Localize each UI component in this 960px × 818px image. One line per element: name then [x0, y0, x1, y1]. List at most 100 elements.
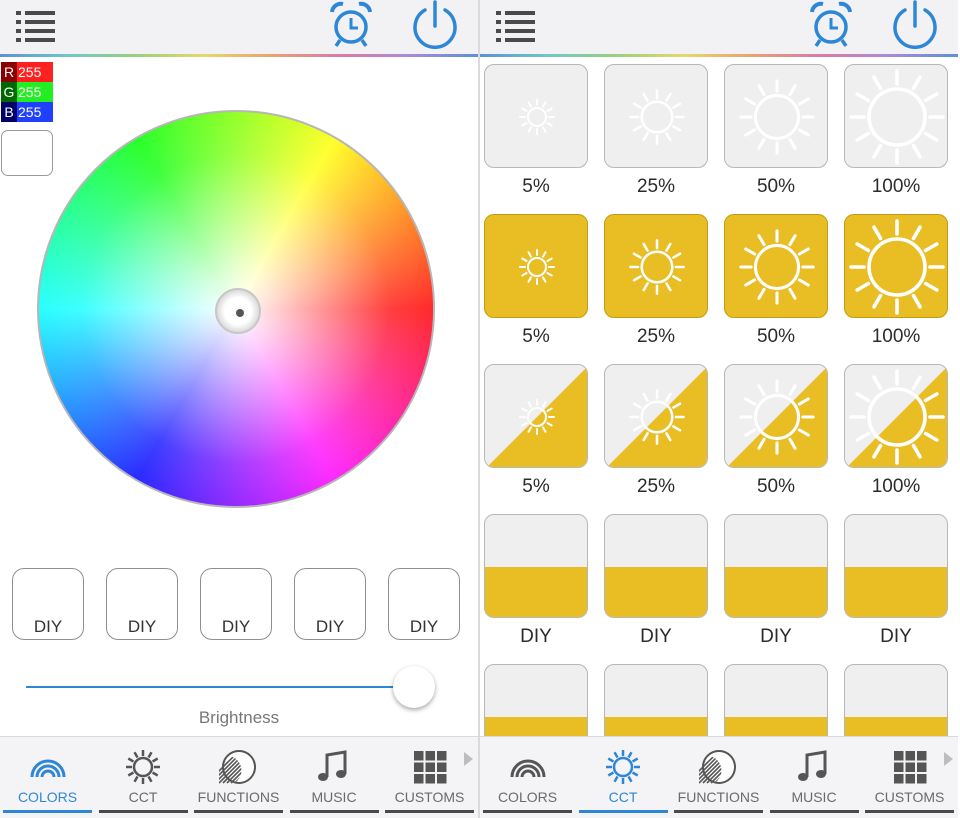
sun-icon [519, 249, 555, 285]
diy-preset-tile[interactable] [844, 514, 948, 618]
sun-icon [519, 99, 555, 135]
sun-icon [607, 367, 707, 467]
diy-slot-button[interactable]: DIY [388, 568, 460, 640]
diy-preset-tile[interactable] [724, 514, 828, 618]
tab-label: CCT [128, 789, 158, 805]
cct-preset-grid: 5% 25% 50% 100% 5% 25% 50% 100% 5% 25% 50% 100% DIY D… [484, 64, 954, 736]
cct-preset-tile[interactable] [724, 214, 828, 318]
alarm-clock-icon[interactable] [326, 0, 376, 50]
preset-caption: 50% [756, 476, 796, 497]
diy-slot-button[interactable]: DIY [294, 568, 366, 640]
tab-music[interactable]: MUSIC [767, 737, 862, 818]
alarm-clock-icon[interactable] [806, 0, 856, 50]
cct-preset-tile[interactable] [604, 64, 708, 168]
accent-strip [480, 54, 958, 57]
grid-icon [410, 747, 450, 787]
rgb-value-red: 255 [17, 62, 53, 82]
preset-caption: 100% [871, 476, 921, 497]
scroll-right-arrow-icon[interactable] [462, 751, 474, 767]
tab-label: CUSTOMS [394, 789, 465, 805]
cct-screen: 5% 25% 50% 100% 5% 25% 50% 100% 5% 25% 50% 100% DIY D… [480, 0, 958, 818]
color-fill-bar [725, 567, 827, 617]
preset-caption: 50% [756, 326, 796, 347]
diy-slot-button[interactable]: DIY [106, 568, 178, 640]
tab-cct[interactable]: CCT [576, 737, 671, 818]
preset-caption: 5% [522, 326, 550, 347]
sun-icon [849, 69, 945, 165]
power-icon[interactable] [890, 0, 940, 52]
cct-preset-tile[interactable] [724, 64, 828, 168]
slider-track[interactable] [26, 686, 426, 688]
top-bar [480, 0, 958, 55]
tab-functions[interactable]: FUNCTIONS [191, 737, 286, 818]
cct-preset-tile[interactable] [604, 364, 708, 468]
hatched-circle-icon [219, 747, 259, 787]
tab-music[interactable]: MUSIC [287, 737, 382, 818]
cct-preset-tile[interactable] [724, 364, 828, 468]
preset-caption: 5% [522, 176, 550, 197]
color-wheel-knob[interactable] [215, 288, 261, 334]
diy-slot-button[interactable]: DIY [200, 568, 272, 640]
diy-preset-tile[interactable] [484, 514, 588, 618]
color-fill-bar [485, 567, 587, 617]
power-icon[interactable] [410, 0, 460, 52]
hatched-circle-icon [699, 747, 739, 787]
preset-caption: 5% [522, 476, 550, 497]
tab-colors[interactable]: COLORS [480, 737, 575, 818]
rgb-channel-label: B [4, 104, 14, 120]
sun-icon [487, 367, 587, 467]
brightness-slider[interactable] [26, 666, 446, 708]
cct-preset-tile[interactable] [484, 364, 588, 468]
preset-caption: 100% [871, 176, 921, 197]
diy-preset-tile[interactable] [604, 514, 708, 618]
sun-icon [629, 89, 685, 145]
cct-preset-tile[interactable] [844, 364, 948, 468]
diy-slot-button[interactable]: DIY [12, 568, 84, 640]
tab-underline [98, 810, 188, 813]
tab-underline [769, 810, 859, 813]
sun-icon [849, 219, 945, 315]
color-wheel[interactable] [37, 110, 435, 508]
tab-underline [483, 810, 572, 813]
cct-preset-tile[interactable] [484, 214, 588, 318]
menu-list-icon[interactable] [14, 6, 58, 46]
tab-bar: COLORS CCT FUNCTIONS MUSIC CUSTOMS [0, 736, 478, 818]
colors-screen: R 255 G 255 B 255 DIY DIY DIY DIY DIY Br… [0, 0, 478, 818]
tab-cct[interactable]: CCT [96, 737, 191, 818]
cct-preset-tile[interactable] [844, 214, 948, 318]
menu-list-icon[interactable] [494, 6, 538, 46]
cct-preset-tile[interactable] [484, 64, 588, 168]
diy-preset-tile[interactable] [604, 664, 708, 736]
sun-icon [847, 367, 947, 467]
color-fill-bar [845, 717, 947, 736]
scroll-right-arrow-icon[interactable] [942, 751, 954, 767]
tab-label: FUNCTIONS [197, 789, 280, 805]
preset-caption: 25% [636, 176, 676, 197]
tab-label: CCT [608, 789, 638, 805]
tab-bar: COLORS CCT FUNCTIONS MUSIC CUSTOMS [480, 736, 958, 818]
preset-caption: DIY [880, 626, 912, 647]
tab-label: COLORS [497, 789, 558, 805]
rgb-row-green: G 255 [1, 82, 53, 102]
diy-preset-tile[interactable] [724, 664, 828, 736]
tab-underline [674, 810, 763, 813]
rgb-channel-label: G [3, 84, 15, 100]
preset-caption: 25% [636, 326, 676, 347]
color-fill-bar [845, 567, 947, 617]
music-note-icon [314, 747, 354, 787]
cct-preset-tile[interactable] [604, 214, 708, 318]
diy-preset-tile[interactable] [844, 664, 948, 736]
tab-colors[interactable]: COLORS [0, 737, 95, 818]
tab-label: CUSTOMS [874, 789, 945, 805]
cct-preset-tile[interactable] [844, 64, 948, 168]
slider-thumb[interactable] [393, 666, 435, 708]
music-note-icon [794, 747, 834, 787]
tab-underline [578, 810, 668, 813]
tab-customs[interactable]: CUSTOMS [382, 737, 477, 818]
preset-caption: DIY [640, 626, 672, 647]
preset-caption: 25% [636, 476, 676, 497]
tab-customs[interactable]: CUSTOMS [862, 737, 957, 818]
diy-preset-tile[interactable] [484, 664, 588, 736]
tab-functions[interactable]: FUNCTIONS [671, 737, 766, 818]
color-fill-bar [725, 717, 827, 736]
